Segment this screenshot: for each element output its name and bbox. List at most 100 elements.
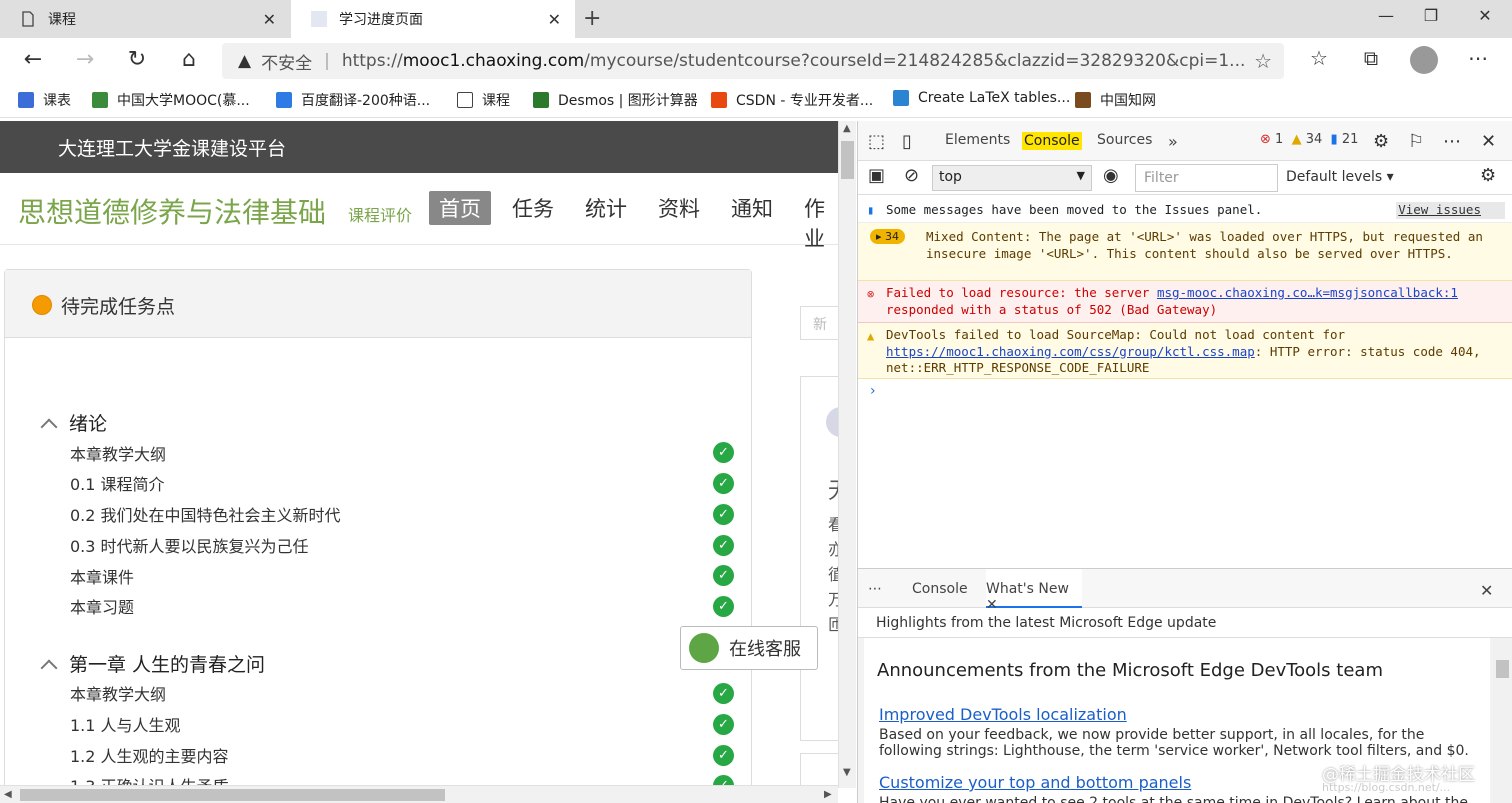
side-search-input[interactable]: 新 [800, 306, 838, 340]
list-item[interactable]: 0.1 课程简介 [70, 471, 165, 495]
course-eval-link[interactable]: 课程评价 [348, 202, 412, 226]
nav-materials[interactable]: 资料 [648, 191, 710, 225]
more-menu-icon[interactable]: ⋯ [1462, 46, 1494, 70]
sidebar-toggle-icon[interactable]: ▣ [868, 165, 885, 186]
forward-icon[interactable]: → [70, 47, 100, 72]
profile-avatar[interactable] [1408, 46, 1440, 79]
bookmark-item[interactable]: CSDN - 专业开发者... [711, 90, 873, 110]
collections-icon[interactable]: ⧉ [1355, 46, 1387, 70]
back-icon[interactable]: ← [18, 47, 48, 72]
drawer-tab-whatsnew[interactable]: What's New ✕ [986, 569, 1082, 613]
nav-home[interactable]: 首页 [429, 191, 491, 225]
close-tab-icon[interactable]: ✕ [263, 10, 276, 29]
address-bar[interactable]: ▲ 不安全 | https://mooc1.chaoxing.com/mycou… [222, 43, 1284, 79]
side-char: 无 [828, 473, 838, 505]
view-issues-button[interactable]: View issues [1396, 202, 1505, 219]
task-panel-header: 待完成任务点 [5, 270, 751, 338]
bookmark-item[interactable]: Create LaTeX tables... [893, 90, 1070, 106]
eye-icon[interactable]: ◉ [1103, 165, 1119, 186]
platform-header: 大连理工大学金课建设平台 [0, 121, 838, 173]
new-tab-icon[interactable]: + [583, 6, 601, 31]
message-text: responded with a status of 502 (Bad Gate… [886, 301, 1218, 317]
scroll-thumb[interactable] [20, 789, 445, 801]
page-horizontal-scrollbar[interactable]: ◀ ▶ [0, 785, 838, 803]
list-item[interactable]: 本章教学大纲 [70, 441, 166, 465]
bookmark-icon [92, 92, 108, 108]
tab-console[interactable]: Console [1022, 132, 1082, 150]
list-item[interactable]: 0.3 时代新人要以民族复兴为己任 [70, 533, 309, 557]
list-item[interactable]: 1.1 人与人生观 [70, 712, 181, 736]
more-tabs-icon[interactable]: » [1168, 132, 1178, 151]
warning-icon: ▲ [867, 329, 875, 343]
bookmark-item[interactable]: 中国知网 [1075, 90, 1156, 110]
whatsnew-header: Highlights from the latest Microsoft Edg… [858, 608, 1512, 638]
drawer-tab-console[interactable]: Console [912, 581, 968, 597]
scroll-down-icon[interactable]: ▼ [843, 767, 851, 778]
list-item[interactable]: 1.2 人生观的主要内容 [70, 743, 229, 767]
favorite-star-icon[interactable]: ☆ [1254, 49, 1272, 73]
repeat-count-badge[interactable]: ▸ 34 [870, 229, 906, 244]
whatsnew-link[interactable]: Customize your top and bottom panels [879, 773, 1191, 792]
nav-tasks[interactable]: 任务 [502, 191, 564, 225]
refresh-icon[interactable]: ↻ [122, 47, 152, 72]
feedback-icon[interactable]: ⚐ [1408, 131, 1424, 152]
check-icon: ✓ [713, 442, 734, 463]
close-tab-icon[interactable]: ✕ [548, 10, 561, 29]
browser-tab-progress[interactable]: 学习进度页面 ✕ [291, 0, 575, 38]
chapter-0[interactable]: 绪论 [40, 409, 107, 436]
inspect-icon[interactable]: ⬚ [868, 131, 885, 152]
resource-link[interactable]: msg-mooc.chaoxing.co…k=msgjsoncallback:1 [1157, 285, 1458, 300]
nav-stats[interactable]: 统计 [575, 191, 637, 225]
page-vertical-scrollbar[interactable]: ▲ ▼ [838, 121, 856, 788]
minimize-icon[interactable]: — [1366, 6, 1406, 25]
error-icon: ⊗ [1260, 132, 1271, 147]
scroll-thumb[interactable] [1496, 660, 1509, 678]
console-prompt[interactable]: › [870, 383, 876, 399]
whatsnew-scrollbar[interactable] [1492, 638, 1512, 803]
whatsnew-link[interactable]: Improved DevTools localization [879, 705, 1127, 724]
tab-sources[interactable]: Sources [1097, 132, 1152, 148]
home-icon[interactable]: ⌂ [174, 47, 204, 72]
scroll-right-icon[interactable]: ▶ [824, 789, 832, 800]
close-window-icon[interactable]: ✕ [1465, 6, 1505, 25]
maximize-icon[interactable]: ❐ [1411, 6, 1451, 25]
issue-counts[interactable]: ⊗ 1 ▲ 34 ▮ 21 [1260, 132, 1358, 147]
log-levels-dropdown[interactable]: Default levels ▾ [1286, 169, 1394, 185]
scroll-left-icon[interactable]: ◀ [4, 789, 12, 800]
nav-homework[interactable]: 作业 [794, 191, 838, 255]
gear-icon[interactable]: ⚙ [1373, 131, 1389, 152]
list-item[interactable]: 本章教学大纲 [70, 681, 166, 705]
list-item[interactable]: 0.2 我们处在中国特色社会主义新时代 [70, 502, 341, 526]
more-menu-icon[interactable]: ⋯ [1443, 131, 1461, 152]
side-char: 看 [828, 515, 838, 534]
bookmark-item[interactable]: 中国大学MOOC(慕... [92, 90, 250, 110]
nav-notices[interactable]: 通知 [721, 191, 783, 225]
chapter-title: 第一章 人生的青春之问 [69, 654, 266, 676]
clear-console-icon[interactable]: ⊘ [904, 165, 919, 186]
check-icon: ✓ [713, 596, 734, 617]
favorites-icon[interactable]: ☆ [1303, 46, 1335, 70]
sourcemap-link[interactable]: https://mooc1.chaoxing.com/css/group/kct… [886, 344, 1255, 359]
scroll-up-icon[interactable]: ▲ [843, 123, 851, 134]
chapter-1[interactable]: 第一章 人生的青春之问 [40, 650, 266, 677]
close-devtools-icon[interactable]: ✕ [1481, 131, 1496, 152]
tab-elements[interactable]: Elements [945, 132, 1010, 148]
close-drawer-icon[interactable]: ✕ [1480, 581, 1493, 600]
gear-icon[interactable]: ⚙ [1480, 165, 1496, 186]
list-item[interactable]: 本章习题 [70, 594, 134, 618]
drawer-menu-icon[interactable]: ⋯ [868, 581, 882, 597]
bookmark-item[interactable]: 百度翻译-200种语... [276, 90, 430, 110]
bookmarks-bar: 课表 中国大学MOOC(慕... 百度翻译-200种语... 课程 Desmos… [0, 82, 1512, 118]
scroll-thumb[interactable] [841, 141, 854, 179]
list-item[interactable]: 本章课件 [70, 564, 134, 588]
bookmark-item[interactable]: Desmos | 图形计算器 [533, 90, 698, 110]
online-service-button[interactable]: 在线客服 [680, 626, 818, 670]
filter-input[interactable]: Filter [1135, 164, 1278, 192]
console-message-warning: ▸ 34 Mixed Content: The page at '<URL>' … [858, 223, 1512, 281]
context-select[interactable]: top ▼ [932, 165, 1092, 191]
bookmark-item[interactable]: 课表 [18, 90, 71, 110]
device-toggle-icon[interactable]: ▯ [902, 131, 912, 152]
bookmark-item[interactable]: 课程 [457, 90, 510, 110]
message-text: Mixed Content: The page at '<URL>' was l… [926, 229, 1483, 261]
browser-tab-courses[interactable]: 课程 ✕ [0, 0, 290, 38]
